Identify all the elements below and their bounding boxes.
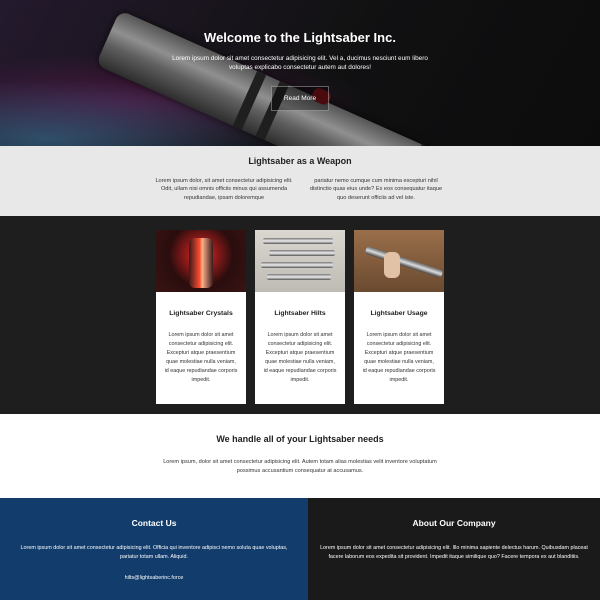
weapon-section: Lightsaber as a Weapon Lorem ipsum dolor…: [0, 146, 600, 216]
hilts-image: [255, 230, 345, 292]
weapon-columns: Lorem ipsum dolor, sit amet consectetur …: [0, 177, 600, 202]
footer: Contact Us Lorem ipsum dolor sit amet co…: [0, 498, 600, 600]
cards-section: Lightsaber Crystals Lorem ipsum dolor si…: [0, 216, 600, 414]
weapon-text-left: Lorem ipsum dolor, sit amet consectetur …: [155, 178, 293, 201]
read-more-button[interactable]: Read More: [270, 85, 330, 111]
hero-content: Welcome to the Lightsaber Inc. Lorem ips…: [0, 30, 600, 111]
contact-section: Contact Us Lorem ipsum dolor sit amet co…: [0, 498, 308, 600]
handle-section: We handle all of your Lightsaber needs L…: [0, 414, 600, 498]
usage-image: [354, 230, 444, 292]
card-text: Lorem ipsum dolor sit amet consectetur a…: [164, 332, 238, 383]
card-hilts: Lightsaber Hilts Lorem ipsum dolor sit a…: [255, 230, 345, 404]
weapon-title: Lightsaber as a Weapon: [248, 156, 352, 166]
card-crystals: Lightsaber Crystals Lorem ipsum dolor si…: [156, 230, 246, 404]
crystals-image: [156, 230, 246, 292]
card-title: Lightsaber Hilts: [274, 310, 326, 317]
handle-title: We handle all of your Lightsaber needs: [216, 434, 384, 444]
weapon-text-right: pariatur nemo cumque cum minima exceptur…: [309, 178, 443, 201]
card-title: Lightsaber Usage: [370, 310, 428, 317]
card-usage: Lightsaber Usage Lorem ipsum dolor sit a…: [354, 230, 444, 404]
card-title: Lightsaber Crystals: [169, 310, 233, 317]
card-text: Lorem ipsum dolor sit amet consectetur a…: [362, 332, 436, 383]
hero-text: Lorem ipsum dolor sit amet consectetur a…: [172, 55, 428, 72]
contact-email-link[interactable]: hilts@lightsaberinc.force: [125, 575, 184, 581]
handle-text: Lorem ipsum, dolor sit amet consectetur …: [163, 459, 437, 474]
about-text: Lorem ipsum dolor sit amet consectetur a…: [320, 545, 588, 560]
contact-text: Lorem ipsum dolor sit amet consectetur a…: [20, 545, 288, 560]
about-section: About Our Company Lorem ipsum dolor sit …: [308, 498, 600, 600]
contact-title: Contact Us: [131, 518, 177, 528]
about-title: About Our Company: [412, 518, 496, 528]
hero-title: Welcome to the Lightsaber Inc.: [204, 30, 396, 45]
card-text: Lorem ipsum dolor sit amet consectetur a…: [263, 332, 337, 383]
hero-section: Welcome to the Lightsaber Inc. Lorem ips…: [0, 0, 600, 146]
